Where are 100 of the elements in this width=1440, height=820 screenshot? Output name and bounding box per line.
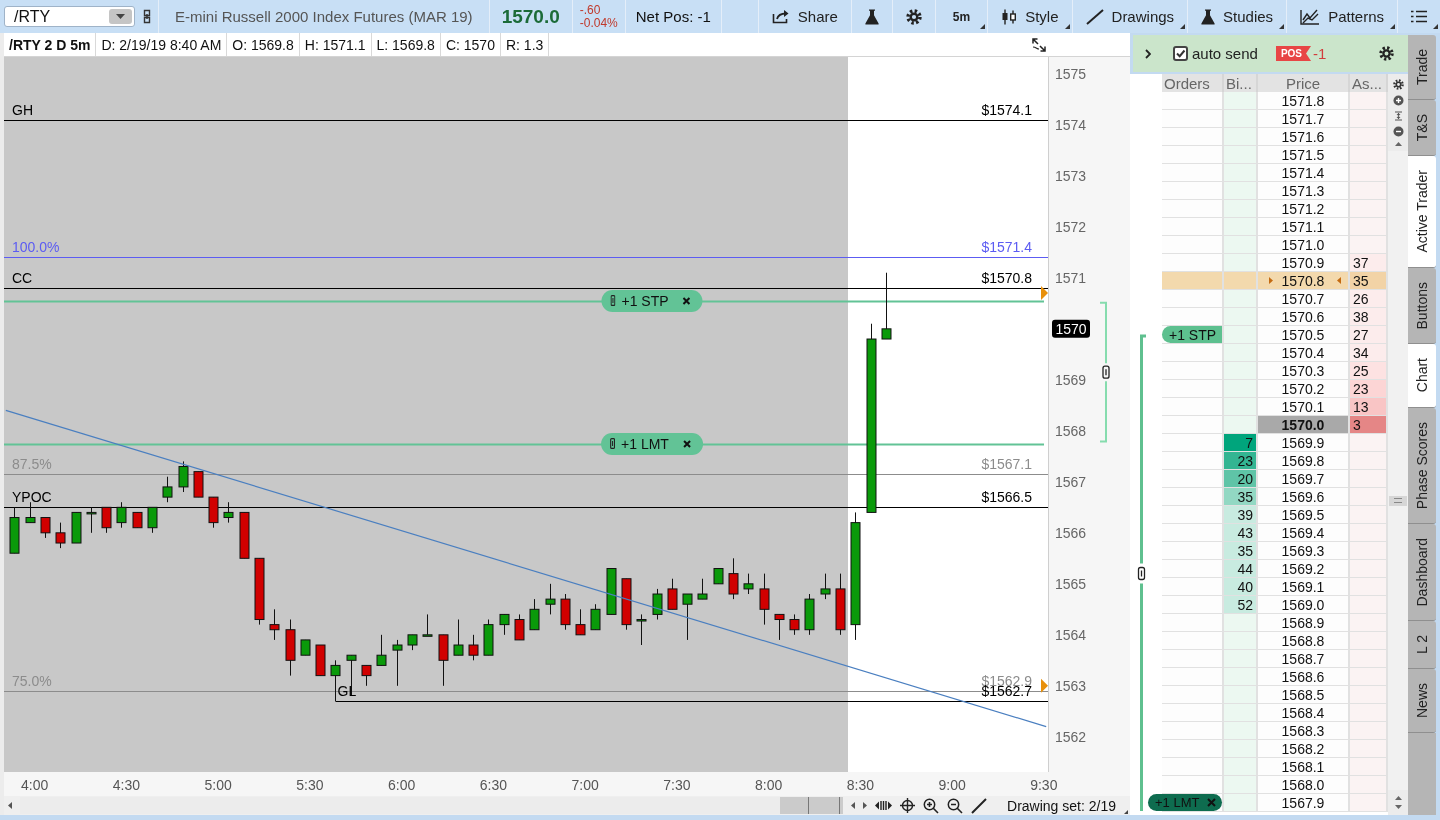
bid-size-cell[interactable]	[1224, 182, 1258, 200]
bid-size-cell[interactable]	[1224, 416, 1258, 434]
orders-cell[interactable]	[1162, 686, 1224, 704]
bid-size-cell[interactable]	[1224, 218, 1258, 236]
scroll-thumb[interactable]	[780, 797, 844, 814]
price-cell[interactable]: 1569.5	[1258, 506, 1350, 524]
ask-size-cell[interactable]	[1350, 524, 1388, 542]
orders-cell[interactable]	[1162, 506, 1224, 524]
drawing-set-label[interactable]: Drawing set: 2/19	[1007, 797, 1116, 814]
ask-size-cell[interactable]	[1350, 218, 1388, 236]
bid-size-cell[interactable]	[1224, 776, 1258, 794]
bid-size-cell[interactable]: 7	[1224, 434, 1258, 452]
bid-size-cell[interactable]: 40	[1224, 578, 1258, 596]
price-cell[interactable]: 1571.1	[1258, 218, 1350, 236]
ask-size-cell[interactable]	[1350, 740, 1388, 758]
price-cell[interactable]: 1568.4	[1258, 704, 1350, 722]
scroll-thumb[interactable]	[1389, 495, 1407, 506]
orders-cell[interactable]	[1162, 344, 1224, 362]
ask-size-cell[interactable]: 35	[1350, 272, 1388, 290]
orders-cell[interactable]	[1162, 542, 1224, 560]
ask-size-cell[interactable]	[1350, 182, 1388, 200]
price-cell[interactable]: 1571.4	[1258, 164, 1350, 182]
side-tab[interactable]: Buttons	[1408, 267, 1436, 345]
side-tab[interactable]: Active Trader	[1408, 156, 1436, 268]
price-cell[interactable]: 1568.6	[1258, 668, 1350, 686]
price-cell[interactable]: 1570.0	[1258, 416, 1350, 434]
price-cell[interactable]: 1569.9	[1258, 434, 1350, 452]
price-cell[interactable]: 1568.2	[1258, 740, 1350, 758]
orders-cell[interactable]	[1162, 578, 1224, 596]
orders-cell[interactable]	[1162, 308, 1224, 326]
orders-cell[interactable]	[1162, 650, 1224, 668]
price-cell[interactable]: 1570.3	[1258, 362, 1350, 380]
scroll-up-icon[interactable]	[1394, 796, 1402, 800]
price-cell[interactable]: 1568.3	[1258, 722, 1350, 740]
patterns-button[interactable]: Patterns	[1286, 0, 1397, 33]
price-cell[interactable]: 1570.6	[1258, 308, 1350, 326]
orders-cell[interactable]	[1162, 704, 1224, 722]
bid-size-cell[interactable]	[1224, 290, 1258, 308]
ask-size-cell[interactable]	[1350, 452, 1388, 470]
crosshair-icon[interactable]	[900, 798, 916, 813]
auto-send-checkbox[interactable]	[1173, 46, 1188, 61]
ask-size-cell[interactable]: 38	[1350, 308, 1388, 326]
orders-cell[interactable]	[1162, 272, 1224, 290]
ask-size-cell[interactable]: 26	[1350, 290, 1388, 308]
scroll-up-icon[interactable]	[1394, 142, 1402, 146]
price-cell[interactable]: 1568.1	[1258, 758, 1350, 776]
zoom-in-icon[interactable]	[923, 797, 940, 814]
zoom-out-icon[interactable]	[947, 797, 964, 814]
auto-send-label[interactable]: auto send	[1192, 45, 1258, 62]
bid-size-cell[interactable]	[1224, 758, 1258, 776]
orders-cell[interactable]	[1162, 92, 1224, 110]
ask-size-cell[interactable]	[1350, 758, 1388, 776]
bid-size-cell[interactable]: 35	[1224, 488, 1258, 506]
ask-size-cell[interactable]: 3	[1350, 416, 1388, 434]
settings-icon[interactable]	[1392, 79, 1404, 90]
price-cell[interactable]: 1570.9	[1258, 254, 1350, 272]
orders-cell[interactable]	[1162, 398, 1224, 416]
price-cell[interactable]: 1570.5	[1258, 326, 1350, 344]
ask-size-cell[interactable]	[1350, 578, 1388, 596]
bid-size-cell[interactable]	[1224, 326, 1258, 344]
bid-size-cell[interactable]	[1224, 308, 1258, 326]
bid-size-cell[interactable]	[1224, 794, 1258, 812]
orders-cell[interactable]	[1162, 200, 1224, 218]
price-cell[interactable]: 1570.4	[1258, 344, 1350, 362]
orders-cell[interactable]	[1162, 722, 1224, 740]
scroll-right-icon[interactable]	[863, 802, 868, 809]
ask-size-cell[interactable]	[1350, 128, 1388, 146]
bid-size-cell[interactable]: 35	[1224, 542, 1258, 560]
price-cell[interactable]: 1568.0	[1258, 776, 1350, 794]
price-cell[interactable]: 1569.2	[1258, 560, 1350, 578]
bid-size-cell[interactable]	[1224, 362, 1258, 380]
orders-cell[interactable]	[1162, 560, 1224, 578]
side-tab[interactable]: News	[1408, 669, 1436, 734]
price-cell[interactable]: 1567.9	[1258, 794, 1350, 812]
bid-size-cell[interactable]	[1224, 236, 1258, 254]
ask-size-cell[interactable]	[1350, 110, 1388, 128]
orders-cell[interactable]	[1162, 488, 1224, 506]
ask-size-cell[interactable]: 37	[1350, 254, 1388, 272]
ask-size-cell[interactable]	[1350, 686, 1388, 704]
zoom-out-icon[interactable]	[1392, 126, 1404, 137]
orders-cell[interactable]	[1162, 290, 1224, 308]
ask-size-cell[interactable]	[1350, 200, 1388, 218]
bid-size-cell[interactable]	[1224, 668, 1258, 686]
scroll-left-icon[interactable]	[851, 802, 856, 809]
price-cell[interactable]: 1570.8	[1258, 272, 1350, 290]
symbol-field[interactable]: /RTY	[4, 6, 135, 27]
price-cell[interactable]: 1571.6	[1258, 128, 1350, 146]
orders-cell[interactable]	[1162, 524, 1224, 542]
ask-size-cell[interactable]	[1350, 434, 1388, 452]
ask-size-cell[interactable]: 13	[1350, 398, 1388, 416]
link-icon[interactable]	[1137, 566, 1146, 581]
bid-size-cell[interactable]: 39	[1224, 506, 1258, 524]
orders-cell[interactable]	[1162, 758, 1224, 776]
orders-cell[interactable]	[1162, 182, 1224, 200]
orders-cell[interactable]	[1162, 452, 1224, 470]
bid-size-cell[interactable]	[1224, 380, 1258, 398]
bid-size-cell[interactable]	[1224, 614, 1258, 632]
link-icon[interactable]	[143, 9, 151, 24]
price-cell[interactable]: 1570.7	[1258, 290, 1350, 308]
bid-size-cell[interactable]: 52	[1224, 596, 1258, 614]
